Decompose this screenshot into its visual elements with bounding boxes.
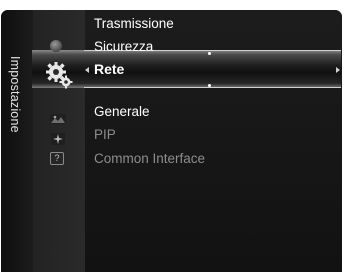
- menu-item-pip[interactable]: PIP: [94, 126, 116, 144]
- tv-menu-screen: Impostazione ? Trasmissione Sicurezza Re…: [0, 0, 345, 272]
- category-title: Impostazione: [8, 56, 22, 133]
- previous-arrow-icon[interactable]: [85, 67, 89, 73]
- disc-icon[interactable]: [50, 40, 62, 52]
- selection-bottom-border: [84, 87, 341, 88]
- next-arrow-icon[interactable]: [336, 67, 340, 73]
- category-label-column: Impostazione: [1, 10, 33, 272]
- menu-item-trasmissione[interactable]: Trasmissione: [94, 15, 174, 33]
- menu-item-rete[interactable]: Rete: [94, 60, 124, 78]
- sparkle-icon[interactable]: [51, 133, 65, 145]
- scroll-up-indicator: [208, 52, 211, 55]
- menu-item-common-interface[interactable]: Common Interface: [94, 150, 205, 168]
- menu-item-generale[interactable]: Generale: [94, 103, 150, 121]
- help-icon[interactable]: ?: [50, 152, 64, 165]
- menu-item-sicurezza[interactable]: Sicurezza: [94, 38, 153, 56]
- picture-icon[interactable]: [50, 114, 66, 124]
- gear-icon[interactable]: [44, 60, 74, 90]
- selection-highlight: [32, 50, 341, 88]
- scroll-down-indicator: [208, 84, 211, 87]
